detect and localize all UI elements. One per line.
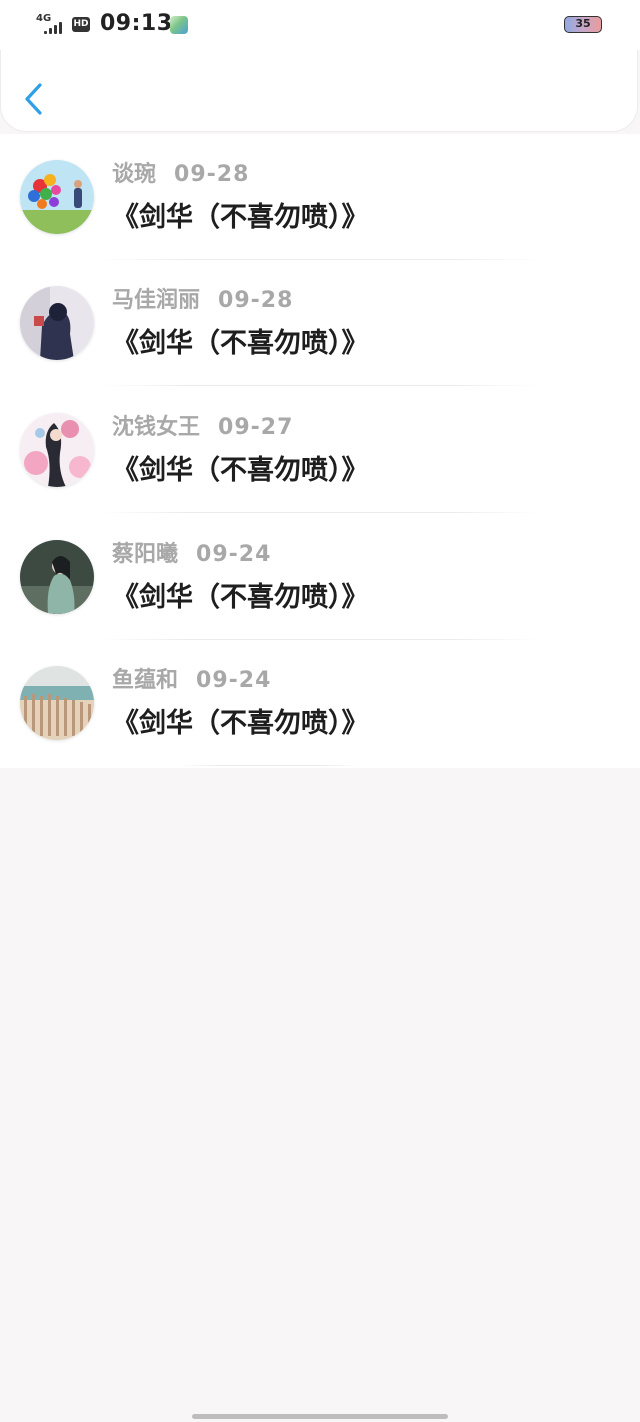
status-time: 09:13 <box>100 11 173 36</box>
hd-icon: HD <box>72 17 90 32</box>
avatar[interactable] <box>20 413 94 487</box>
battery-icon: 35 <box>564 16 602 33</box>
author-name: 蔡阳曦 <box>112 542 179 567</box>
author-name: 沈钱女王 <box>112 415 201 440</box>
back-button[interactable] <box>22 82 46 116</box>
avatar[interactable] <box>20 666 94 740</box>
avatar[interactable] <box>20 540 94 614</box>
avatar[interactable] <box>20 286 94 360</box>
post-title: 《剑华（不喜勿喷）》 <box>112 455 369 486</box>
app-notification-icon <box>170 16 188 34</box>
post-title: 《剑华（不喜勿喷）》 <box>112 708 369 739</box>
list-item[interactable]: 沈钱女王 09-27 《剑华（不喜勿喷）》 <box>0 387 640 513</box>
post-date: 09-24 <box>196 668 272 693</box>
divider <box>100 385 540 386</box>
home-indicator[interactable] <box>192 1414 448 1419</box>
post-date: 09-28 <box>218 288 294 313</box>
post-date: 09-24 <box>196 542 272 567</box>
author-name: 马佳润丽 <box>112 288 201 313</box>
status-bar: 4G HD 09:13 35 <box>0 0 640 50</box>
list-item[interactable]: 鱼蕴和 09-24 《剑华（不喜勿喷）》 <box>0 640 640 766</box>
list-item[interactable]: 马佳润丽 09-28 《剑华（不喜勿喷）》 <box>0 260 640 386</box>
signal-icon <box>44 22 66 34</box>
divider <box>180 765 360 766</box>
author-name: 鱼蕴和 <box>112 668 179 693</box>
post-date: 09-27 <box>218 415 294 440</box>
post-date: 09-28 <box>174 162 250 187</box>
divider <box>100 512 540 513</box>
post-title: 《剑华（不喜勿喷）》 <box>112 202 369 233</box>
list-item[interactable]: 谈琬 09-28 《剑华（不喜勿喷）》 <box>0 134 640 260</box>
list-item[interactable]: 蔡阳曦 09-24 《剑华（不喜勿喷）》 <box>0 514 640 640</box>
chevron-left-icon <box>25 83 42 115</box>
post-title: 《剑华（不喜勿喷）》 <box>112 328 369 359</box>
comment-list: 谈琬 09-28 《剑华（不喜勿喷）》 马佳润丽 09-28 《剑华（不喜勿喷）》 <box>0 134 640 768</box>
post-title: 《剑华（不喜勿喷）》 <box>112 582 369 613</box>
author-name: 谈琬 <box>112 162 157 187</box>
avatar[interactable] <box>20 160 94 234</box>
